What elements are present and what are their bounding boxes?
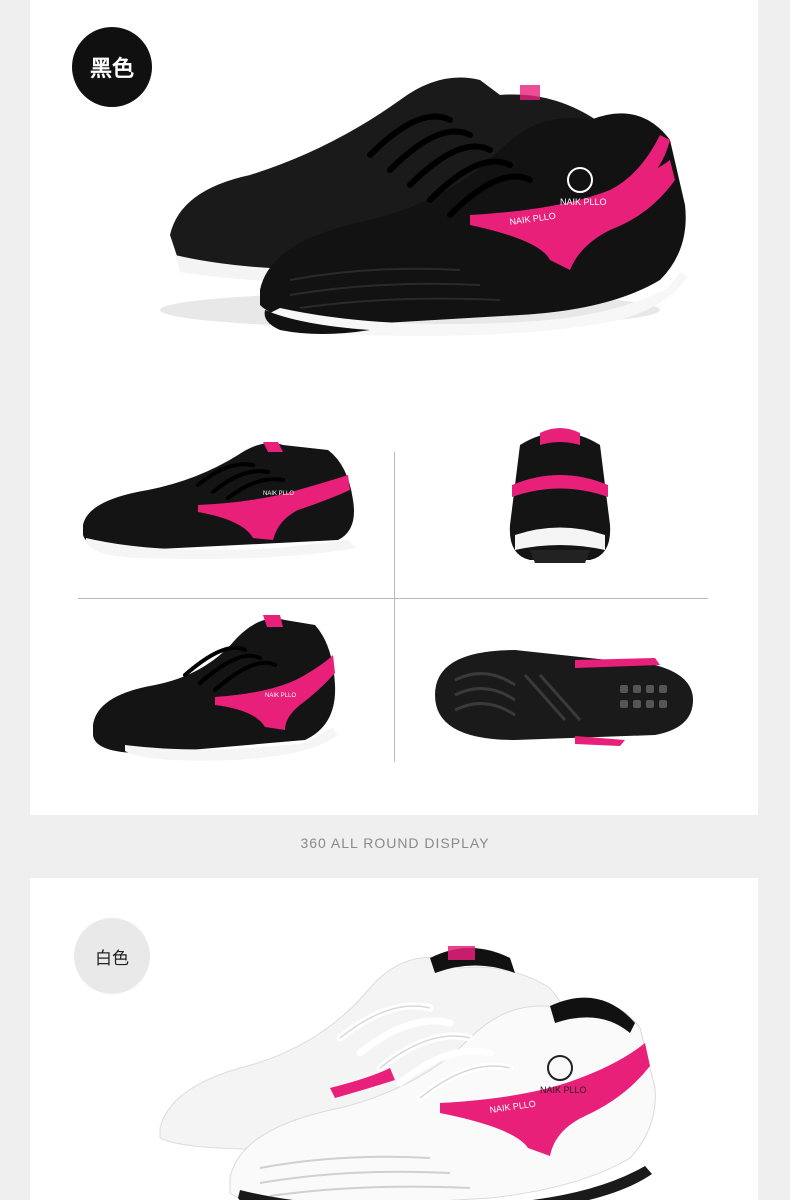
white-variant-panel: 白色 NAIK PLLO NAIK PLLO	[30, 878, 758, 1200]
main-white-shoe-image: NAIK PLLO NAIK PLLO	[159, 946, 656, 1200]
sole-view-shoe-image	[435, 650, 693, 746]
white-brand-logo-text: NAIK PLLO	[540, 1085, 587, 1095]
main-black-shoe-image: NAIK PLLO NAIK PLLO	[160, 77, 688, 336]
color-label-black: 黑色	[89, 57, 134, 82]
side-view-shoe-image: NAIK PLLO	[83, 442, 356, 559]
rear-view-shoe-image	[509, 428, 611, 563]
grid-divider-horizontal	[78, 598, 708, 599]
color-label-white: 白色	[95, 948, 129, 969]
brand-logo-text: NAIK PLLO	[560, 197, 607, 207]
grid-divider-vertical	[394, 452, 395, 762]
section-caption: 360 ALL ROUND DISPLAY	[300, 835, 490, 851]
black-variant-panel: 黑色 NAIK PLLO NAIK PLLO NAIK PLLO NAIK PL…	[30, 0, 758, 815]
three-quarter-shoe-image: NAIK PLLO	[93, 615, 337, 761]
side-view-brand-text: NAIK PLLO	[263, 491, 294, 497]
three-quarter-brand-text: NAIK PLLO	[265, 693, 296, 699]
